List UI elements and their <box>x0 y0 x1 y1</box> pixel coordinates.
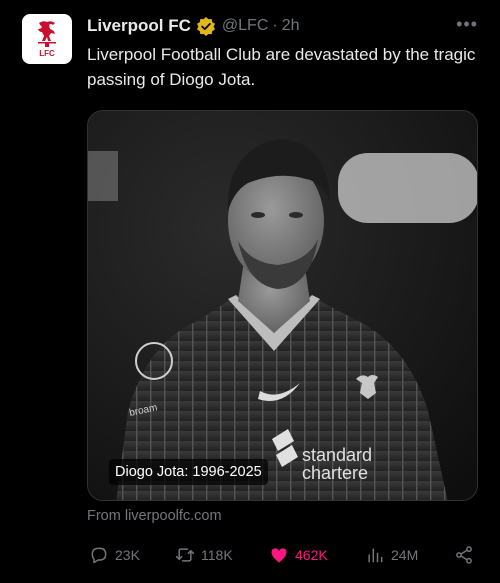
timestamp[interactable]: 2h <box>282 17 300 35</box>
avatar[interactable]: LFC <box>22 14 72 64</box>
tweet: LFC Liverpool FC @LFC · 2h ••• Liverpool… <box>0 0 500 583</box>
lfc-crest-icon: LFC <box>38 21 56 58</box>
reply-icon <box>91 547 107 564</box>
tweet-text: Liverpool Football Club are devastated b… <box>87 45 476 89</box>
player-photo: standard chartere broam <box>88 111 477 500</box>
like-count: 462K <box>295 547 328 563</box>
action-bar: 23K 118K 462K 24M <box>87 543 480 567</box>
reply-count: 23K <box>115 547 140 563</box>
retweet-count: 118K <box>201 547 233 563</box>
handle[interactable]: @LFC <box>222 17 268 35</box>
link-source[interactable]: From liverpoolfc.com <box>87 508 222 524</box>
media-caption: Diogo Jota: 1996-2025 <box>109 459 268 485</box>
tweet-header: Liverpool FC @LFC · 2h ••• <box>87 14 480 38</box>
views-count: 24M <box>391 547 419 563</box>
like-button[interactable]: 462K <box>269 543 328 567</box>
more-options-icon[interactable]: ••• <box>456 14 478 35</box>
retweet-button[interactable]: 118K <box>175 543 233 567</box>
sponsor-text-2: chartere <box>302 463 368 483</box>
separator-dot: · <box>272 17 278 34</box>
views-button[interactable]: 24M <box>365 543 418 567</box>
crest-text: LFC <box>39 49 55 58</box>
verified-badge-icon[interactable] <box>196 16 216 36</box>
sponsor-text: standard <box>302 445 372 465</box>
reply-button[interactable]: 23K <box>89 543 140 567</box>
share-button[interactable] <box>454 543 480 567</box>
analytics-icon <box>368 548 383 563</box>
heart-icon <box>271 548 287 563</box>
share-icon <box>456 546 472 564</box>
tweet-media[interactable]: standard chartere broam Diogo Jota: 1996… <box>87 110 478 501</box>
retweet-icon <box>175 548 195 562</box>
display-name[interactable]: Liverpool FC <box>87 16 191 36</box>
